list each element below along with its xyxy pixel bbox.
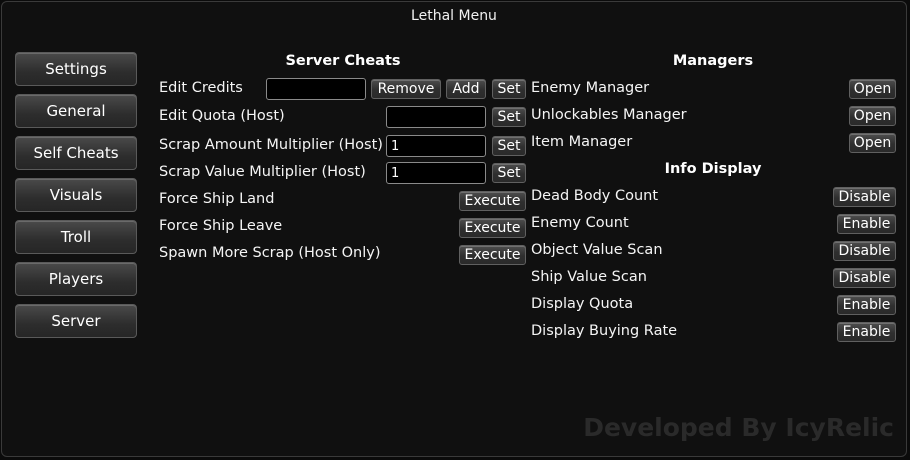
set-scrap-value-button[interactable]: Set [492, 163, 526, 183]
spawn-more-scrap-button[interactable]: Execute [459, 245, 526, 265]
add-credits-button[interactable]: Add [446, 79, 486, 99]
developer-credit: Developed By IcyRelic [583, 413, 894, 442]
open-enemy-manager-button[interactable]: Open [849, 79, 896, 99]
object-value-scan-label: Object Value Scan [531, 242, 663, 258]
managers-header: Managers [672, 53, 754, 69]
display-buying-rate-toggle[interactable]: Enable [837, 322, 896, 342]
item-manager-label: Item Manager [531, 134, 633, 150]
open-item-manager-button[interactable]: Open [849, 133, 896, 153]
sidebar-item-players[interactable]: Players [15, 262, 137, 296]
enemy-manager-label: Enemy Manager [531, 80, 650, 96]
info-display-header: Info Display [664, 161, 762, 177]
edit-credits-input[interactable] [266, 78, 366, 100]
sidebar-item-troll[interactable]: Troll [15, 220, 137, 254]
set-scrap-amount-button[interactable]: Set [492, 136, 526, 156]
server-cheats-header: Server Cheats [285, 53, 401, 69]
force-ship-leave-label: Force Ship Leave [159, 218, 283, 234]
dead-body-count-label: Dead Body Count [531, 188, 659, 204]
spawn-more-scrap-label: Spawn More Scrap (Host Only) [159, 245, 381, 261]
sidebar-item-server[interactable]: Server [15, 304, 137, 338]
set-quota-button[interactable]: Set [492, 107, 526, 127]
edit-quota-label: Edit Quota (Host) [159, 108, 285, 124]
scrap-amount-input[interactable] [386, 135, 486, 157]
force-ship-land-button[interactable]: Execute [459, 191, 526, 211]
dead-body-count-toggle[interactable]: Disable [833, 187, 896, 207]
force-ship-leave-button[interactable]: Execute [459, 218, 526, 238]
sidebar-item-visuals[interactable]: Visuals [15, 178, 137, 212]
ship-value-scan-toggle[interactable]: Disable [833, 268, 896, 288]
object-value-scan-toggle[interactable]: Disable [833, 241, 896, 261]
display-quota-label: Display Quota [531, 296, 634, 312]
display-buying-rate-label: Display Buying Rate [531, 323, 678, 339]
sidebar-item-general[interactable]: General [15, 94, 137, 128]
enemy-count-label: Enemy Count [531, 215, 629, 231]
force-ship-land-label: Force Ship Land [159, 191, 275, 207]
scrap-value-input[interactable] [386, 162, 486, 184]
display-quota-toggle[interactable]: Enable [837, 295, 896, 315]
sidebar-item-settings[interactable]: Settings [15, 52, 137, 86]
unlockables-manager-label: Unlockables Manager [531, 107, 687, 123]
edit-credits-label: Edit Credits [159, 80, 243, 96]
scrap-value-label: Scrap Value Multiplier (Host) [159, 164, 366, 180]
sidebar-item-self-cheats[interactable]: Self Cheats [15, 136, 137, 170]
set-credits-button[interactable]: Set [492, 79, 526, 99]
scrap-amount-label: Scrap Amount Multiplier (Host) [159, 137, 383, 153]
window-title: Lethal Menu [411, 8, 497, 24]
open-unlockables-manager-button[interactable]: Open [849, 106, 896, 126]
enemy-count-toggle[interactable]: Enable [837, 214, 896, 234]
ship-value-scan-label: Ship Value Scan [531, 269, 647, 285]
edit-quota-input[interactable] [386, 106, 486, 128]
remove-credits-button[interactable]: Remove [371, 79, 441, 99]
